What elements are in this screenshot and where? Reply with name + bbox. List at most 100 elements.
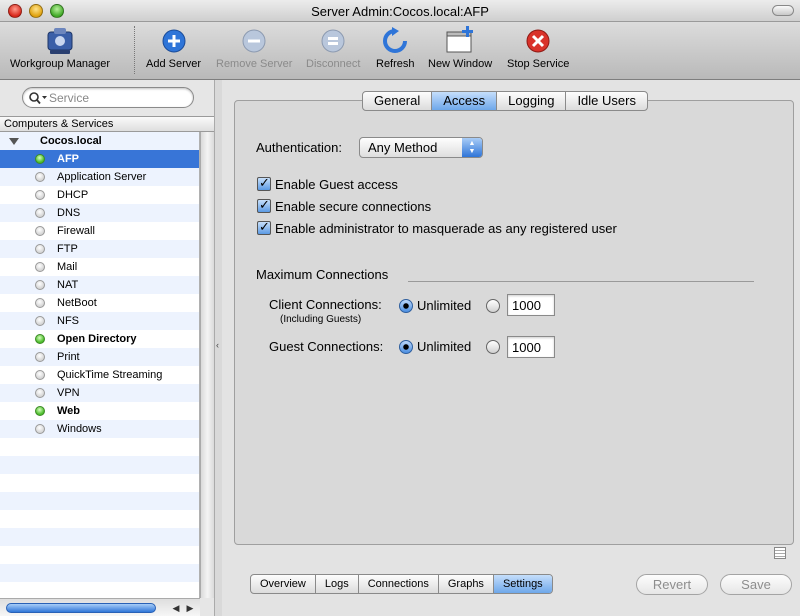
service-row[interactable]: Web [0,402,199,420]
status-dot-icon [35,190,45,200]
status-dot-icon [35,370,45,380]
service-row[interactable]: VPN [0,384,199,402]
service-name: Windows [57,423,102,435]
search-input[interactable] [49,90,189,105]
tab-graphs[interactable]: Graphs [439,575,494,593]
service-name: VPN [57,387,80,399]
popup-arrows-icon: ▲ ▼ [462,138,482,157]
service-row[interactable]: NFS [0,312,199,330]
enable-admin-masquerade-label: Enable administrator to masquerade as an… [275,221,617,236]
status-dot-icon [35,316,45,326]
guest-connections-input[interactable] [507,336,555,358]
document-icon[interactable] [774,547,786,559]
service-name: NAT [57,279,79,291]
service-row[interactable]: NetBoot [0,294,199,312]
divider-grip-icon[interactable]: ‹ [216,340,219,350]
empty-row [0,546,199,564]
enable-guest-access-checkbox[interactable] [257,175,271,191]
guest-unlimited-radio[interactable] [399,340,413,354]
disclosure-triangle-icon[interactable] [9,138,19,145]
enable-admin-masquerade-checkbox[interactable] [257,219,271,235]
toolbar-toggle-button[interactable] [772,5,794,16]
stop-service-button[interactable]: Stop Service [507,26,569,70]
service-name: NFS [57,315,79,327]
server-row[interactable]: Cocos.local [0,132,199,150]
status-dot-icon [35,280,45,290]
service-row[interactable]: NAT [0,276,199,294]
guest-limit-radio[interactable] [486,340,500,354]
workgroup-manager-button[interactable]: Workgroup Manager [10,26,110,70]
enable-guest-access-label: Enable Guest access [275,177,398,192]
tab-access[interactable]: Access [432,92,498,110]
service-row[interactable]: Mail [0,258,199,276]
service-row[interactable]: Open Directory [0,330,199,348]
tab-logging[interactable]: Logging [497,92,567,110]
stop-service-icon [526,29,550,53]
list-header[interactable]: Computers & Services [0,116,214,132]
service-name: QuickTime Streaming [57,369,163,381]
sidebar: Computers & Services Cocos.local AFP Appl… [0,80,214,616]
service-list[interactable]: Cocos.local AFP Application Server DHCP DNS… [0,132,200,598]
remove-server-button[interactable]: Remove Server [216,26,292,70]
service-row[interactable]: Windows [0,420,199,438]
tab-overview[interactable]: Overview [251,575,316,593]
status-dot-icon [35,172,45,182]
tab-settings[interactable]: Settings [493,575,552,593]
tab-logs[interactable]: Logs [316,575,359,593]
server-name: Cocos.local [40,135,102,147]
service-row[interactable]: Firewall [0,222,199,240]
enable-secure-connections-checkbox[interactable] [257,197,271,213]
status-dot-icon [35,226,45,236]
status-dot-icon [35,298,45,308]
authentication-popup[interactable]: Any Method ▲ ▼ [359,137,483,158]
tab-idle-users[interactable]: Idle Users [566,92,647,110]
service-name: DHCP [57,189,89,201]
client-connections-sublabel: (Including Guests) [280,314,362,325]
service-name: FTP [57,243,78,255]
title-bar: Server Admin:Cocos.local:AFP [0,0,800,22]
service-search-field[interactable] [22,87,194,108]
refresh-button[interactable]: Refresh [376,26,415,70]
remove-server-icon [242,29,266,53]
status-dot-icon [35,154,45,164]
window-title: Server Admin:Cocos.local:AFP [311,4,489,19]
max-connections-title: Maximum Connections [256,267,389,282]
service-row[interactable]: DNS [0,204,199,222]
toolbar-separator [134,26,135,74]
scroll-left-arrow-icon[interactable]: ◀ [170,602,182,614]
service-row[interactable]: AFP [0,150,199,168]
scroll-right-arrow-icon[interactable]: ▶ [184,602,196,614]
tab-connections[interactable]: Connections [359,575,439,593]
client-unlimited-radio[interactable] [399,299,413,313]
add-server-button[interactable]: Add Server [146,26,201,70]
client-limit-radio[interactable] [486,299,500,313]
service-row[interactable]: QuickTime Streaming [0,366,199,384]
save-button[interactable]: Save [720,574,792,595]
vertical-scrollbar[interactable] [200,132,214,598]
service-name: Open Directory [57,333,137,345]
horizontal-scrollbar[interactable]: ◀ ▶ [0,598,200,616]
service-row[interactable]: DHCP [0,186,199,204]
service-row[interactable]: Application Server [0,168,199,186]
add-server-icon [162,29,186,53]
disconnect-button[interactable]: Disconnect [306,26,360,70]
revert-button[interactable]: Revert [636,574,708,595]
empty-row [0,564,199,582]
new-window-button[interactable]: New Window [428,26,492,70]
main-content: General Access Logging Idle Users Authen… [222,80,800,616]
client-connections-input[interactable] [507,294,555,316]
client-connections-label: Client Connections: [269,297,382,312]
service-row[interactable]: Print [0,348,199,366]
status-dot-icon [35,352,45,362]
status-dot-icon [35,388,45,398]
split-view-divider[interactable]: ‹ [214,80,222,616]
search-icon [29,92,47,105]
scrollbar-thumb[interactable] [6,603,156,613]
disconnect-icon [321,29,345,53]
authentication-label: Authentication: [256,140,343,155]
status-dot-icon [35,244,45,254]
tab-general[interactable]: General [363,92,433,110]
empty-row [0,456,199,474]
service-name: Firewall [57,225,95,237]
service-row[interactable]: FTP [0,240,199,258]
